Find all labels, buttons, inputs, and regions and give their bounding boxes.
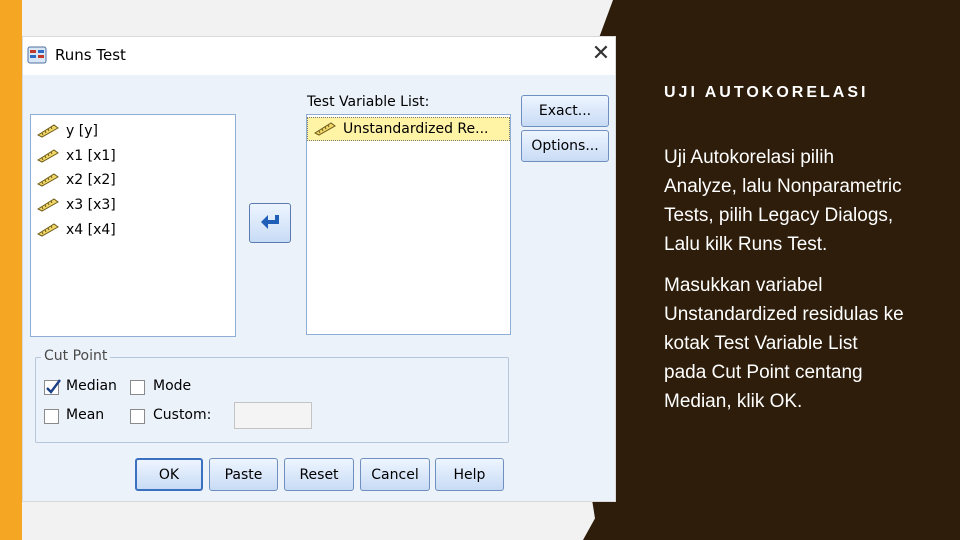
dialog-body: y [y] x1 [x1] x2 [x2] x3 [x3] x4 [x4] Test V… [23, 75, 615, 501]
options-button[interactable]: Options... [521, 130, 609, 162]
slide-paragraph-2: Masukkan variabel Unstandardized residul… [664, 275, 904, 412]
exact-button[interactable]: Exact... [521, 95, 609, 127]
ruler-icon [37, 149, 59, 163]
spss-app-icon [27, 46, 47, 64]
custom-checkbox[interactable] [130, 409, 145, 424]
ok-button-label: OK [158, 466, 180, 483]
move-variable-button[interactable] [249, 203, 291, 243]
options-button-label: Options... [531, 138, 599, 154]
ok-button[interactable]: OK [135, 458, 203, 491]
variable-item[interactable]: x1 [x1] [31, 144, 235, 169]
custom-label: Custom: [153, 407, 212, 423]
test-variable-list-label: Test Variable List: [307, 94, 430, 110]
mode-label: Mode [153, 378, 192, 394]
variable-item[interactable]: y [y] [31, 119, 235, 144]
cut-point-legend: Cut Point [41, 348, 111, 364]
variable-item[interactable]: x4 [x4] [31, 217, 235, 242]
slide-paragraph-1: Uji Autokorelasi pilih Analyze, lalu Non… [664, 147, 902, 255]
slide-body: Uji Autokorelasi pilih Analyze, lalu Non… [664, 143, 904, 428]
variable-item-label: x3 [x3] [66, 197, 116, 214]
mean-label: Mean [66, 407, 105, 423]
variable-item-label: x4 [x4] [66, 221, 116, 238]
exact-button-label: Exact... [538, 103, 592, 119]
variable-item-label: y [y] [66, 123, 98, 140]
variable-item[interactable]: x2 [x2] [31, 168, 235, 193]
source-variable-list[interactable]: y [y] x1 [x1] x2 [x2] x3 [x3] x4 [x4] [30, 114, 236, 337]
paste-button[interactable]: Paste [209, 458, 278, 491]
variable-item-label: x1 [x1] [66, 147, 116, 164]
ruler-icon [314, 122, 336, 136]
checkmark-icon [46, 379, 61, 394]
reset-button[interactable]: Reset [284, 458, 354, 491]
paste-button-label: Paste [224, 466, 263, 483]
dialog-titlebar: Runs Test ✕ [23, 37, 615, 75]
slide-title: UJI AUTOKORELASI [664, 84, 869, 101]
ruler-icon [37, 173, 59, 188]
ruler-icon [37, 124, 59, 138]
reset-button-label: Reset [299, 466, 339, 483]
dialog-title: Runs Test [55, 46, 126, 64]
median-checkbox[interactable] [44, 379, 61, 395]
ruler-icon [37, 198, 59, 212]
variable-item[interactable]: x3 [x3] [31, 193, 235, 218]
close-icon[interactable]: ✕ [589, 42, 613, 66]
variable-item-label: x2 [x2] [66, 172, 116, 189]
help-button[interactable]: Help [435, 458, 504, 491]
mean-checkbox[interactable] [44, 409, 59, 424]
custom-value-input[interactable] [234, 402, 312, 429]
variable-item[interactable]: Unstandardized Re... [307, 117, 510, 141]
cut-point-group [35, 357, 509, 443]
accent-bar [0, 0, 22, 540]
arrow-left-icon [261, 215, 279, 229]
cancel-button-label: Cancel [371, 466, 419, 483]
ruler-icon [37, 223, 59, 237]
runs-test-dialog: Runs Test ✕ y [y] x1 [x1] x2 [x2] x3 [x3] x4… [22, 36, 616, 502]
mode-checkbox[interactable] [130, 380, 145, 395]
test-variable-list[interactable]: Unstandardized Re... [306, 114, 511, 335]
help-button-label: Help [453, 466, 486, 483]
cancel-button[interactable]: Cancel [360, 458, 430, 491]
median-label: Median [66, 378, 117, 394]
variable-item-label: Unstandardized Re... [343, 121, 489, 137]
